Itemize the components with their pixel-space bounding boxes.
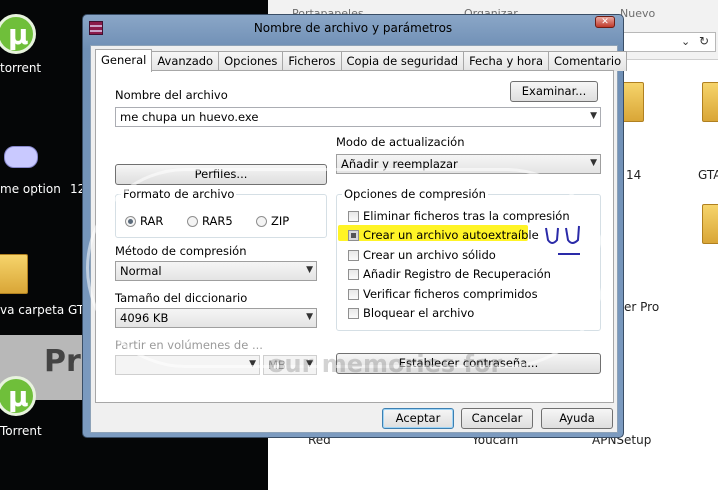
chevron-down-icon[interactable]: ⌄ [681,35,690,48]
checkbox-icon [348,229,359,241]
general-tab-panel: Nombre del archivo Examinar... me chupa … [95,70,614,403]
explorer-item-label[interactable]: 14 [626,168,641,182]
chevron-down-icon[interactable]: ▼ [306,312,313,322]
delete-after-compress-label: Eliminar ficheros tras la compresión [363,209,570,223]
create-sfx-checkbox[interactable]: Crear un archivo autoextraíble [348,228,539,242]
update-mode-label: Modo de actualización [336,135,465,149]
split-unit-select[interactable]: MB ▼ [263,355,317,375]
chevron-down-icon[interactable]: ▼ [249,359,256,369]
browse-button[interactable]: Examinar... [510,81,598,102]
folder-icon[interactable] [0,254,28,294]
cancel-button[interactable]: Cancelar [461,408,533,429]
chevron-down-icon[interactable]: ▼ [306,265,313,275]
folder-icon[interactable] [702,204,718,244]
folder-icon[interactable] [702,82,718,122]
lock-archive-checkbox[interactable]: Bloquear el archivo [348,306,474,320]
format-zip-label: ZIP [271,214,290,228]
gamepad-icon[interactable] [4,146,38,168]
explorer-item-label[interactable]: GTA [698,168,718,182]
radio-icon [187,215,198,227]
archive-format-title: Formato de archivo [121,187,237,201]
format-rar-label: RAR [140,214,164,228]
split-volumes-label: Partir en volúmenes de ... [115,338,263,352]
verify-files-label: Verificar ficheros comprimidos [363,287,538,301]
chevron-down-icon[interactable]: ▼ [306,359,313,369]
split-volumes-field[interactable]: ▼ [115,355,260,375]
split-unit-value: MB [268,358,286,372]
desktop-icon-label[interactable]: va carpeta [0,303,64,317]
desktop-icon-label[interactable]: me option [0,182,61,196]
dictionary-size-select[interactable]: 4096 KB ▼ [115,308,317,328]
desktop-icon-label[interactable]: torrent [0,61,41,75]
desktop-icon-label[interactable]: Torrent [0,424,42,438]
profiles-button[interactable]: Perfiles... [115,164,327,185]
dictionary-size-label: Tamaño del diccionario [115,291,248,305]
archive-name-value: me chupa un huevo.exe [120,110,259,124]
tab-files[interactable]: Ficheros [282,51,342,71]
delete-after-compress-checkbox[interactable]: Eliminar ficheros tras la compresión [348,209,570,223]
tab-backup[interactable]: Copia de seguridad [340,51,465,71]
explorer-item-label[interactable]: er Pro [624,300,659,314]
dialog-title: Nombre de archivo y parámetros [253,21,453,35]
format-zip-radio[interactable]: ZIP [256,214,289,228]
scribble-annotation [545,225,580,255]
lock-archive-label: Bloquear el archivo [363,306,475,320]
checkbox-icon [348,307,359,319]
refresh-icon[interactable]: ↻ [699,34,709,48]
tab-date-time[interactable]: Fecha y hora [463,51,549,71]
format-rar-radio[interactable]: RAR [125,214,163,228]
format-rar5-label: RAR5 [202,214,233,228]
add-recovery-record-label: Añadir Registro de Recuperación [363,267,551,281]
chevron-down-icon[interactable]: ▼ [590,111,597,121]
compression-method-select[interactable]: Normal ▼ [115,261,317,281]
radio-selected-icon [125,215,136,227]
update-mode-value: Añadir y reemplazar [341,157,458,171]
tab-options[interactable]: Opciones [218,51,284,71]
radio-icon [256,215,267,227]
dialog-client-area: General Avanzado Opciones Ficheros Copia… [90,45,628,433]
checkbox-icon [348,288,359,300]
help-button[interactable]: Ayuda [541,408,613,429]
compression-method-value: Normal [120,264,162,278]
create-solid-label: Crear un archivo sólido [363,248,496,262]
format-rar5-radio[interactable]: RAR5 [187,214,233,228]
ok-button[interactable]: Aceptar [382,408,454,429]
archive-name-label: Nombre del archivo [115,88,228,102]
compression-options-title: Opciones de compresión [342,187,488,201]
create-solid-checkbox[interactable]: Crear un archivo sólido [348,248,496,262]
tab-general[interactable]: General [95,49,153,72]
create-sfx-label: Crear un archivo autoextraíble [363,228,539,242]
title-bar[interactable]: Nombre de archivo y parámetros ✕ [83,15,623,43]
chevron-down-icon[interactable]: ▼ [590,158,597,168]
compression-method-label: Método de compresión [115,244,247,258]
tab-comment[interactable]: Comentario [548,51,628,71]
update-mode-select[interactable]: Añadir y reemplazar ▼ [336,154,601,174]
ribbon-group-new: Nuevo [620,7,656,20]
checkbox-icon [348,210,359,222]
dictionary-size-value: 4096 KB [120,311,169,325]
checkbox-icon [348,268,359,280]
close-button[interactable]: ✕ [595,16,615,28]
set-password-button[interactable]: Establecer contraseña... [336,353,601,374]
search-box[interactable]: ⌄ ↻ [620,32,716,52]
tab-advanced[interactable]: Avanzado [151,51,220,71]
checkbox-icon [348,249,359,261]
tab-strip: General Avanzado Opciones Ficheros Copia… [95,49,628,72]
archive-name-field[interactable]: me chupa un huevo.exe ▼ [115,107,601,127]
add-recovery-record-checkbox[interactable]: Añadir Registro de Recuperación [348,267,551,281]
verify-files-checkbox[interactable]: Verificar ficheros comprimidos [348,287,538,301]
